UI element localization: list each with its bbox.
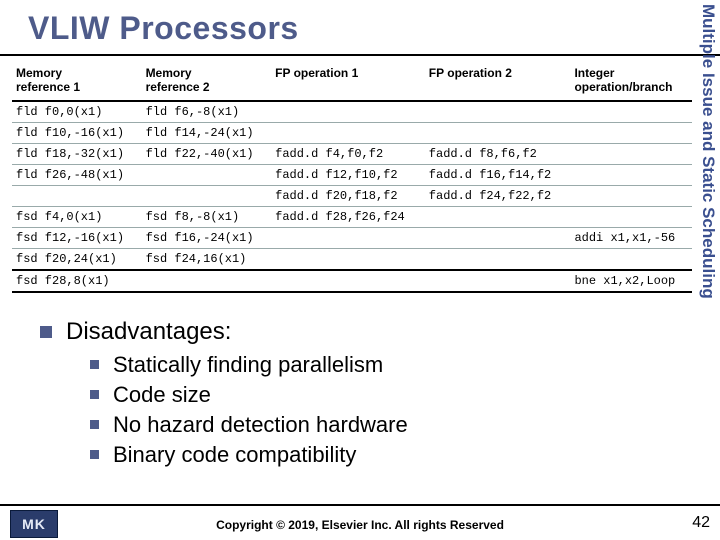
cell: fld f14,-24(x1)	[142, 123, 272, 144]
cell: fsd f4,0(x1)	[12, 207, 142, 228]
square-bullet-icon	[90, 360, 99, 369]
cell	[425, 270, 571, 292]
bullet-lvl2: Statically finding parallelism	[90, 352, 640, 378]
cell	[570, 186, 692, 207]
vliw-schedule-table-wrap: Memory reference 1 Memory reference 2 FP…	[12, 62, 692, 293]
table-header-row: Memory reference 1 Memory reference 2 FP…	[12, 62, 692, 101]
bullet-lvl2: No hazard detection hardware	[90, 412, 640, 438]
cell: fadd.d f4,f0,f2	[271, 144, 425, 165]
bullet-text: Binary code compatibility	[113, 442, 356, 468]
col-header: Memory reference 2	[142, 62, 272, 101]
square-bullet-icon	[90, 420, 99, 429]
cell: fld f22,-40(x1)	[142, 144, 272, 165]
cell	[570, 165, 692, 186]
cell	[425, 101, 571, 123]
cell: fadd.d f24,f22,f2	[425, 186, 571, 207]
vliw-schedule-table: Memory reference 1 Memory reference 2 FP…	[12, 62, 692, 293]
bullet-text: Code size	[113, 382, 211, 408]
table-row: fadd.d f20,f18,f2 fadd.d f24,f22,f2	[12, 186, 692, 207]
cell: fadd.d f16,f14,f2	[425, 165, 571, 186]
col-header: Memory reference 1	[12, 62, 142, 101]
section-side-label: Multiple Issue and Static Scheduling	[690, 4, 718, 304]
page-title: VLIW Processors	[0, 0, 720, 47]
cell: fld f10,-16(x1)	[12, 123, 142, 144]
bullet-text: Statically finding parallelism	[113, 352, 383, 378]
table-body: fld f0,0(x1) fld f6,-8(x1) fld f10,-16(x…	[12, 101, 692, 292]
cell: fsd f8,-8(x1)	[142, 207, 272, 228]
cell: fadd.d f20,f18,f2	[271, 186, 425, 207]
cell: bne x1,x2,Loop	[570, 270, 692, 292]
cell: fadd.d f28,f26,f24	[271, 207, 425, 228]
table-row: fsd f28,8(x1) bne x1,x2,Loop	[12, 270, 692, 292]
cell: fsd f16,-24(x1)	[142, 228, 272, 249]
cell	[12, 186, 142, 207]
cell	[570, 123, 692, 144]
square-bullet-icon	[90, 390, 99, 399]
col-header: FP operation 1	[271, 62, 425, 101]
page-number: 42	[692, 514, 710, 532]
cell: fld f26,-48(x1)	[12, 165, 142, 186]
table-row: fsd f4,0(x1) fsd f8,-8(x1) fadd.d f28,f2…	[12, 207, 692, 228]
table-row: fsd f12,-16(x1) fsd f16,-24(x1) addi x1,…	[12, 228, 692, 249]
cell	[142, 186, 272, 207]
bullet-lvl1: Disadvantages:	[40, 318, 640, 346]
cell: fld f0,0(x1)	[12, 101, 142, 123]
cell	[271, 270, 425, 292]
cell	[271, 249, 425, 271]
title-bar: VLIW Processors	[0, 0, 720, 56]
cell	[425, 207, 571, 228]
cell	[142, 165, 272, 186]
cell: fld f18,-32(x1)	[12, 144, 142, 165]
cell	[570, 207, 692, 228]
bullet-lvl2: Binary code compatibility	[90, 442, 640, 468]
table-row: fsd f20,24(x1) fsd f24,16(x1)	[12, 249, 692, 271]
table-row: fld f26,-48(x1) fadd.d f12,f10,f2 fadd.d…	[12, 165, 692, 186]
bullet-heading: Disadvantages:	[66, 318, 231, 346]
cell	[570, 101, 692, 123]
square-bullet-icon	[90, 450, 99, 459]
cell: fsd f12,-16(x1)	[12, 228, 142, 249]
cell	[425, 249, 571, 271]
cell: fsd f28,8(x1)	[12, 270, 142, 292]
footer: MK Copyright © 2019, Elsevier Inc. All r…	[0, 504, 720, 540]
cell	[271, 123, 425, 144]
body-content: Disadvantages: Statically finding parall…	[40, 318, 640, 472]
table-row: fld f10,-16(x1) fld f14,-24(x1)	[12, 123, 692, 144]
cell: fadd.d f8,f6,f2	[425, 144, 571, 165]
copyright-text: Copyright © 2019, Elsevier Inc. All righ…	[0, 518, 720, 532]
bullet-text: No hazard detection hardware	[113, 412, 408, 438]
cell	[271, 101, 425, 123]
cell	[570, 144, 692, 165]
cell	[425, 228, 571, 249]
col-header: Integer operation/branch	[570, 62, 692, 101]
slide: VLIW Processors Multiple Issue and Stati…	[0, 0, 720, 540]
square-bullet-icon	[40, 326, 52, 338]
cell: fsd f20,24(x1)	[12, 249, 142, 271]
cell: fadd.d f12,f10,f2	[271, 165, 425, 186]
bullet-lvl2: Code size	[90, 382, 640, 408]
cell: fld f6,-8(x1)	[142, 101, 272, 123]
table-head: Memory reference 1 Memory reference 2 FP…	[12, 62, 692, 101]
col-header: FP operation 2	[425, 62, 571, 101]
cell	[271, 228, 425, 249]
cell: fsd f24,16(x1)	[142, 249, 272, 271]
cell	[142, 270, 272, 292]
table-row: fld f0,0(x1) fld f6,-8(x1)	[12, 101, 692, 123]
cell	[570, 249, 692, 271]
cell: addi x1,x1,-56	[570, 228, 692, 249]
table-row: fld f18,-32(x1) fld f22,-40(x1) fadd.d f…	[12, 144, 692, 165]
cell	[425, 123, 571, 144]
sub-bullets: Statically finding parallelism Code size…	[90, 352, 640, 468]
